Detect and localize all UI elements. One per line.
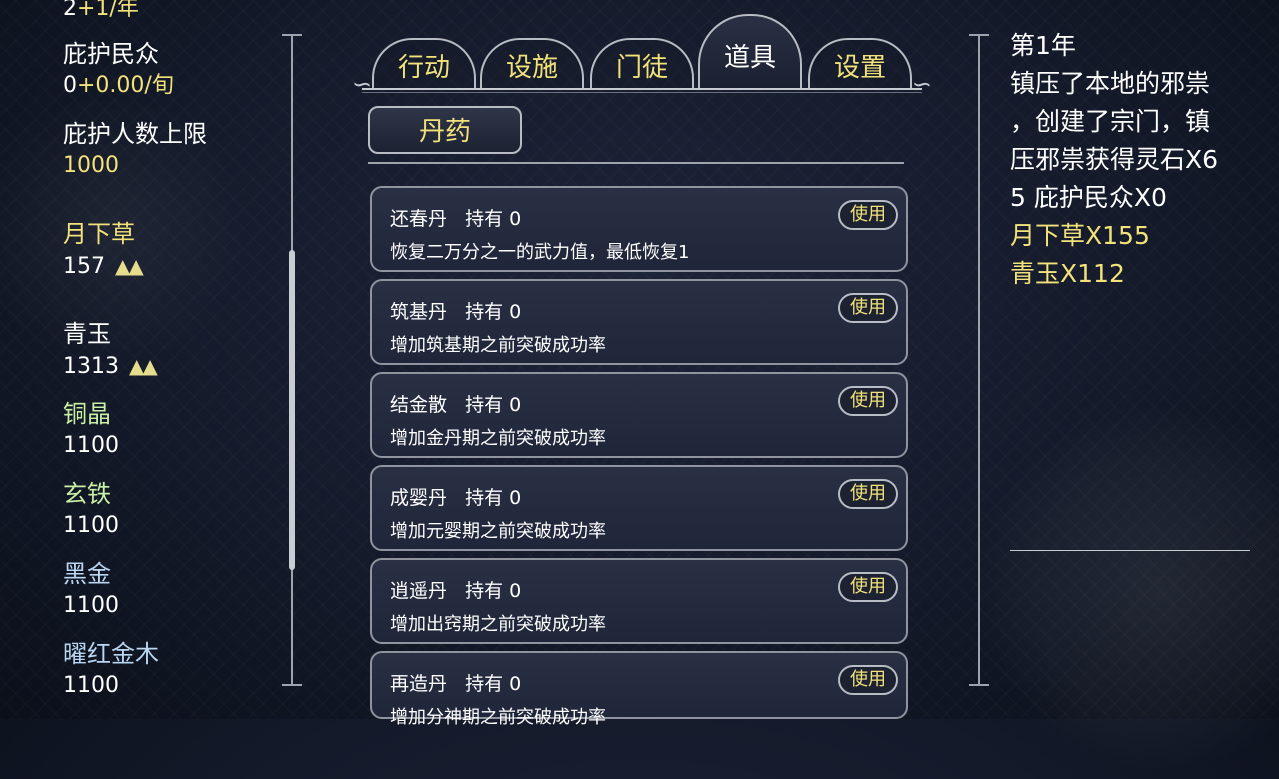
item-name: 筑基丹 xyxy=(390,301,448,323)
item-hold: 持有 0 xyxy=(465,208,522,230)
tab-bar: ∽ ∽ 行动 设施 门徒 道具 设置 xyxy=(352,8,932,98)
use-button[interactable]: 使用 xyxy=(838,572,898,602)
resource-value: 1100 xyxy=(63,593,119,618)
resource-name: 青玉 xyxy=(63,320,111,348)
log-line: 镇压了本地的邪祟 xyxy=(1010,69,1211,98)
resource-name: 黑金 xyxy=(63,560,111,588)
item-description: 增加分神期之前突破成功率 xyxy=(390,707,606,728)
tab-underline-shadow xyxy=(362,92,922,93)
resource-item: 黑金 1100 xyxy=(63,558,119,621)
item-title: 成婴丹 持有 0 xyxy=(390,483,521,510)
item-name: 还春丹 xyxy=(390,208,448,230)
dragon-decoration xyxy=(979,399,1279,779)
resource-value: 1313 ▲▲ xyxy=(63,351,158,382)
item-hold: 持有 0 xyxy=(465,487,522,509)
resource-item: 玄铁 1100 xyxy=(63,478,119,541)
tab-disciples[interactable]: 门徒 xyxy=(590,38,694,88)
use-button[interactable]: 使用 xyxy=(838,479,898,509)
shelter-limit-label: 庇护人数上限 xyxy=(63,120,207,148)
right-scrollbar-track[interactable] xyxy=(978,34,980,686)
event-log: 第1年 镇压了本地的邪祟 ，创建了宗门，镇 压邪祟获得灵石X6 5 庇护民众X0… xyxy=(1010,27,1250,293)
list-item: 再造丹 持有 0 增加分神期之前突破成功率 使用 xyxy=(370,651,908,728)
list-item: 筑基丹 持有 0 增加筑基期之前突破成功率 使用 xyxy=(370,279,908,365)
ornament-left-icon: ∽ xyxy=(352,70,373,98)
resource-value: 157 ▲▲ xyxy=(63,251,144,282)
list-item: 还春丹 持有 0 恢复二万分之一的武力值，最低恢复1 使用 xyxy=(370,186,908,272)
resource-value: 1100 xyxy=(63,513,119,538)
tab-underline xyxy=(362,88,922,90)
shelter-block: 庇护民众 0+0.00/旬 xyxy=(63,38,174,101)
item-description: 恢复二万分之一的武力值，最低恢复1 xyxy=(390,242,690,263)
item-title: 结金散 持有 0 xyxy=(390,390,521,417)
item-hold: 持有 0 xyxy=(465,394,522,416)
resource-item: 曜红金木 1100 xyxy=(63,638,159,701)
resource-top-row: 2+1/年 xyxy=(63,0,139,25)
resource-value: 1100 xyxy=(63,673,119,698)
item-title: 还春丹 持有 0 xyxy=(390,204,521,231)
tab-facilities[interactable]: 设施 xyxy=(480,38,584,88)
item-name: 结金散 xyxy=(390,394,448,416)
item-name: 逍遥丹 xyxy=(390,580,448,602)
use-button[interactable]: 使用 xyxy=(838,200,898,230)
tab-items[interactable]: 道具 xyxy=(698,14,802,90)
resource-name: 铜晶 xyxy=(63,400,111,428)
item-description: 增加筑基期之前突破成功率 xyxy=(390,335,606,356)
resource-name: 曜红金木 xyxy=(63,640,159,668)
resource-item: 青玉 1313 ▲▲ xyxy=(63,318,158,382)
item-hold: 持有 0 xyxy=(465,673,522,695)
tab-settings[interactable]: 设置 xyxy=(808,38,912,88)
up-arrows-icon: ▲▲ xyxy=(129,354,158,378)
right-scrollbar-cap-top xyxy=(969,34,989,36)
list-item: 成婴丹 持有 0 增加元婴期之前突破成功率 使用 xyxy=(370,465,908,551)
use-button[interactable]: 使用 xyxy=(838,665,898,695)
log-line: 第1年 xyxy=(1010,31,1076,60)
item-description: 增加出窍期之前突破成功率 xyxy=(390,614,606,635)
list-item: 逍遥丹 持有 0 增加出窍期之前突破成功率 使用 xyxy=(370,558,908,644)
use-button[interactable]: 使用 xyxy=(838,293,898,323)
resource-name: 玄铁 xyxy=(63,480,111,508)
shelter-value: 0+0.00/旬 xyxy=(63,71,174,101)
item-title: 再造丹 持有 0 xyxy=(390,669,521,696)
log-line: 压邪祟获得灵石X6 xyxy=(1010,145,1219,174)
category-divider xyxy=(368,162,904,164)
shelter-rate: +0.00/旬 xyxy=(77,73,174,98)
log-line: 5 庇护民众X0 xyxy=(1010,183,1167,212)
shelter-count: 0 xyxy=(63,73,77,98)
shelter-limit-block: 庇护人数上限 1000 xyxy=(63,118,207,181)
resource-name: 月下草 xyxy=(63,220,135,248)
shelter-limit-value: 1000 xyxy=(63,153,119,178)
item-description: 增加元婴期之前突破成功率 xyxy=(390,521,606,542)
log-gain-line: 青玉X112 xyxy=(1010,259,1125,288)
up-arrows-icon: ▲▲ xyxy=(115,254,144,278)
resource-top-rate: +1/年 xyxy=(77,0,139,21)
item-title: 逍遥丹 持有 0 xyxy=(390,576,521,603)
left-scrollbar-thumb[interactable] xyxy=(289,250,295,570)
resource-item: 月下草 157 ▲▲ xyxy=(63,218,144,282)
use-button[interactable]: 使用 xyxy=(838,386,898,416)
shelter-label: 庇护民众 xyxy=(63,40,159,68)
resource-amount: 157 xyxy=(63,254,105,279)
log-divider xyxy=(1010,550,1250,551)
resource-value: 1100 xyxy=(63,433,119,458)
item-title: 筑基丹 持有 0 xyxy=(390,297,521,324)
item-hold: 持有 0 xyxy=(465,580,522,602)
tab-actions[interactable]: 行动 xyxy=(372,38,476,88)
item-name: 再造丹 xyxy=(390,673,448,695)
right-scrollbar-cap-bottom xyxy=(969,684,989,686)
item-name: 成婴丹 xyxy=(390,487,448,509)
category-pills-button[interactable]: 丹药 xyxy=(368,106,522,154)
resource-top-value: 2 xyxy=(63,0,77,21)
list-item: 结金散 持有 0 增加金丹期之前突破成功率 使用 xyxy=(370,372,908,458)
item-description: 增加金丹期之前突破成功率 xyxy=(390,428,606,449)
log-line: ，创建了宗门，镇 xyxy=(1010,107,1211,136)
left-scrollbar-cap-bottom xyxy=(282,684,302,686)
ornament-right-icon: ∽ xyxy=(911,70,932,98)
item-hold: 持有 0 xyxy=(465,301,522,323)
log-gain-line: 月下草X155 xyxy=(1010,221,1150,250)
resource-item: 铜晶 1100 xyxy=(63,398,119,461)
resource-amount: 1313 xyxy=(63,354,119,379)
left-scrollbar-cap-top xyxy=(282,34,302,36)
